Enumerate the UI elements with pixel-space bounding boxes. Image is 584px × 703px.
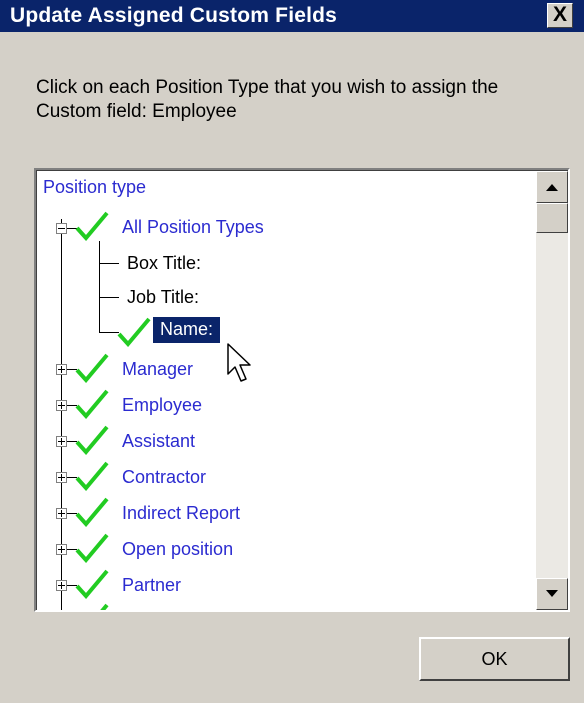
expand-icon[interactable] xyxy=(56,580,67,591)
connector-line xyxy=(99,263,119,264)
ok-button[interactable]: OK xyxy=(419,637,570,681)
expand-icon[interactable] xyxy=(56,544,67,555)
scroll-thumb[interactable] xyxy=(536,203,568,233)
close-button[interactable]: X xyxy=(547,3,573,28)
close-icon: X xyxy=(552,3,567,26)
update-custom-fields-dialog: Update Assigned Custom Fields X Click on… xyxy=(0,0,584,703)
vertical-scrollbar[interactable] xyxy=(536,171,568,610)
tree-item-name-selected[interactable]: Name: xyxy=(153,317,221,343)
title-bar: Update Assigned Custom Fields X xyxy=(0,0,584,32)
check-icon[interactable] xyxy=(75,425,109,455)
dialog-title: Update Assigned Custom Fields xyxy=(10,4,338,27)
connector-line xyxy=(99,297,119,298)
tree-item-all-position-types[interactable]: All Position Types xyxy=(122,217,264,238)
expand-icon[interactable] xyxy=(56,508,67,519)
check-icon[interactable] xyxy=(75,569,109,599)
check-icon[interactable] xyxy=(75,211,109,241)
child-branch-line xyxy=(99,241,100,333)
expand-icon[interactable] xyxy=(56,400,67,411)
position-type-tree[interactable]: Position type All Position Types Box Tit… xyxy=(34,168,570,612)
tree-item-partner[interactable]: Partner xyxy=(122,575,181,596)
arrow-down-icon xyxy=(546,590,558,597)
connector-line xyxy=(99,332,119,333)
expand-icon[interactable] xyxy=(56,436,67,447)
check-icon[interactable] xyxy=(75,353,109,383)
check-icon xyxy=(100,603,109,610)
collapse-icon[interactable] xyxy=(56,223,67,234)
mouse-cursor-icon xyxy=(227,343,251,382)
tree-item-assistant[interactable]: Assistant xyxy=(122,431,195,452)
tree-header-label: Position type xyxy=(43,177,147,197)
check-icon[interactable] xyxy=(75,389,109,419)
tree-item-indirect-report[interactable]: Indirect Report xyxy=(122,503,240,524)
check-icon[interactable] xyxy=(117,317,151,347)
expand-icon[interactable] xyxy=(56,472,67,483)
tree-item-box-title[interactable]: Box Title: xyxy=(127,253,201,274)
tree-item-contractor[interactable]: Contractor xyxy=(122,467,206,488)
tree-item-employee[interactable]: Employee xyxy=(122,395,202,416)
tree-item-manager[interactable]: Manager xyxy=(122,359,193,380)
tree-viewport: Position type All Position Types Box Tit… xyxy=(36,170,568,610)
expand-icon[interactable] xyxy=(56,364,67,375)
arrow-up-icon xyxy=(546,184,558,191)
tree-item-open-position[interactable]: Open position xyxy=(122,539,233,560)
check-icon[interactable] xyxy=(75,533,109,563)
check-icon[interactable] xyxy=(75,497,109,527)
instructions-text: Click on each Position Type that you wis… xyxy=(36,77,499,122)
scroll-down-button[interactable] xyxy=(536,578,568,610)
scroll-up-button[interactable] xyxy=(536,171,568,203)
tree-item-job-title[interactable]: Job Title: xyxy=(127,287,199,308)
check-icon[interactable] xyxy=(75,461,109,491)
